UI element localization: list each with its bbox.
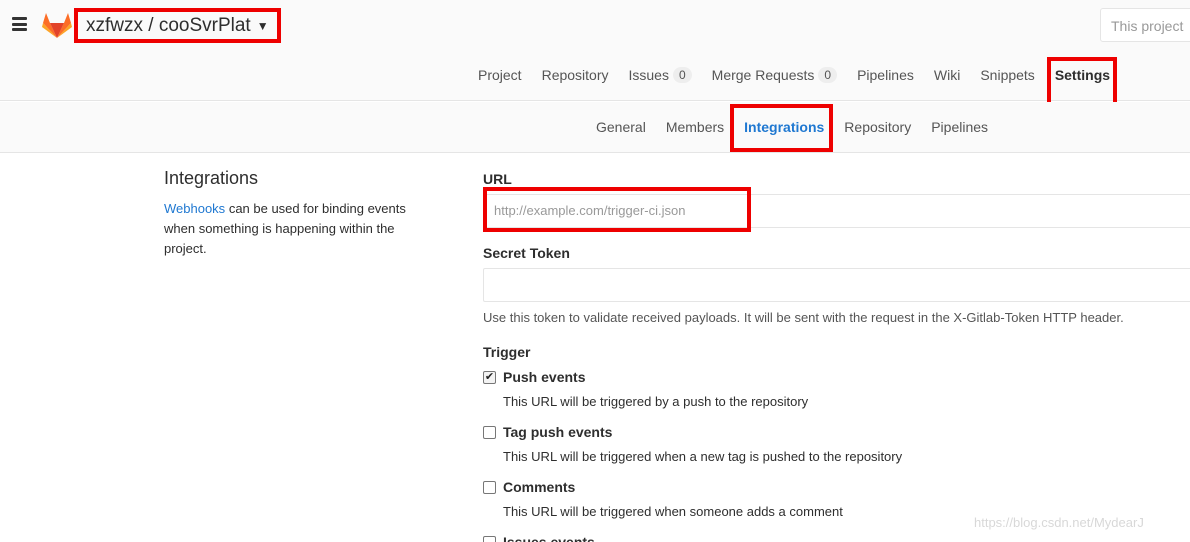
subtab-integrations[interactable]: Integrations [730, 104, 834, 152]
tab-issues[interactable]: Issues 0 [629, 67, 692, 83]
issues-count-badge: 0 [672, 67, 692, 83]
comments-desc: This URL will be triggered when someone … [503, 504, 843, 519]
project-path-label: xzfwzx / cooSvrPlat [86, 14, 251, 36]
subtab-general[interactable]: General [596, 119, 646, 135]
tab-merge-requests[interactable]: Merge Requests 0 [711, 67, 838, 83]
highlight-box [483, 187, 751, 232]
comments-title: Comments [503, 479, 576, 495]
page-title: Integrations [164, 168, 259, 188]
secret-token-input[interactable] [483, 268, 1190, 302]
tab-merge-requests-label: Merge Requests [711, 67, 815, 83]
tag-push-events-checkbox[interactable] [483, 426, 496, 439]
top-header: xzfwzx / cooSvrPlat ▼ This project Proje… [0, 0, 1190, 110]
menu-icon[interactable] [12, 17, 27, 31]
merge-requests-count-badge: 0 [818, 67, 838, 83]
comments-checkbox[interactable] [483, 481, 496, 494]
chevron-down-icon: ▼ [256, 18, 269, 33]
push-events-desc: This URL will be triggered by a push to … [503, 394, 809, 409]
tab-wiki[interactable]: Wiki [934, 67, 960, 83]
subtab-repository[interactable]: Repository [844, 119, 911, 135]
trigger-label: Trigger [483, 344, 531, 360]
tab-settings[interactable]: Settings [1046, 57, 1117, 110]
tab-snippets[interactable]: Snippets [980, 67, 1034, 83]
tab-pipelines[interactable]: Pipelines [857, 67, 914, 83]
intro-text: Webhooks can be used for binding events … [164, 199, 434, 259]
push-events-title: Push events [503, 369, 586, 385]
tab-project[interactable]: Project [478, 67, 522, 83]
main-nav: Project Repository Issues 0 Merge Reques… [478, 57, 1130, 110]
issues-events-checkbox[interactable] [483, 536, 496, 542]
issues-events-title: Issues events [503, 534, 595, 542]
highlight-box [730, 104, 834, 152]
subtab-pipelines[interactable]: Pipelines [931, 119, 988, 135]
secret-token-help: Use this token to validate received payl… [483, 310, 1124, 325]
tag-push-events-desc: This URL will be triggered when a new ta… [503, 449, 903, 464]
tab-issues-label: Issues [628, 67, 669, 83]
subtab-members[interactable]: Members [666, 119, 724, 135]
settings-sub-nav: General Members Integrations Repository … [0, 102, 1190, 153]
gitlab-logo-icon[interactable] [42, 11, 72, 39]
watermark: https://blog.csdn.net/MydearJ [974, 515, 1144, 530]
project-path-dropdown[interactable]: xzfwzx / cooSvrPlat ▼ [74, 8, 281, 43]
url-label: URL [483, 171, 512, 187]
webhooks-link[interactable]: Webhooks [164, 201, 225, 216]
secret-token-label: Secret Token [483, 245, 570, 261]
search-input[interactable]: This project [1100, 8, 1190, 42]
tag-push-events-title: Tag push events [503, 424, 613, 440]
push-events-checkbox[interactable]: ✔ [483, 371, 496, 384]
tab-repository[interactable]: Repository [542, 67, 609, 83]
intro-panel: Integrations Webhooks can be used for bi… [164, 168, 434, 259]
